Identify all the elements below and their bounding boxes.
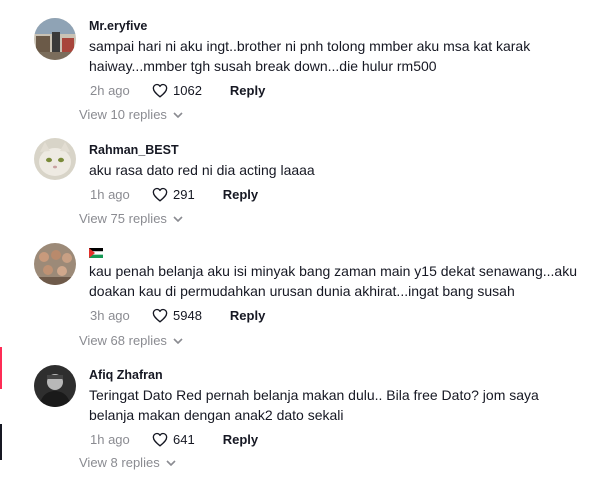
avatar[interactable] (34, 18, 76, 60)
like-button[interactable]: 641 (152, 432, 195, 447)
comment-username[interactable]: Rahman_BEST (89, 142, 580, 158)
heart-outline-icon (152, 432, 168, 447)
heart-outline-icon (152, 83, 168, 98)
view-replies-button[interactable]: View 68 replies (79, 333, 183, 348)
view-replies-label: View 8 replies (79, 455, 160, 470)
comment-timestamp: 3h ago (90, 307, 130, 323)
avatar[interactable] (34, 243, 76, 285)
comment-username[interactable]: Mr.eryfive (89, 18, 580, 34)
avatar[interactable] (34, 138, 76, 180)
chevron-down-icon (166, 459, 176, 466)
comment-username[interactable] (89, 243, 580, 259)
comment-text: sampai hari ni aku ingt..brother ni pnh … (89, 38, 531, 74)
view-replies-label: View 10 replies (79, 107, 167, 122)
comment-timestamp: 1h ago (90, 431, 130, 447)
comment-item: kau penah belanja aku isi minyak bang za… (0, 239, 590, 351)
reply-button[interactable]: Reply (223, 432, 258, 447)
comment-timestamp: 2h ago (90, 82, 130, 98)
chevron-down-icon (173, 111, 183, 118)
like-button[interactable]: 1062 (152, 83, 202, 98)
view-replies-button[interactable]: View 10 replies (79, 107, 183, 122)
reply-button[interactable]: Reply (223, 187, 258, 202)
palestine-flag-icon (89, 247, 103, 258)
comment-item: Mr.eryfive sampai hari ni aku ingt..brot… (0, 14, 590, 122)
heart-outline-icon (152, 308, 168, 323)
reply-button[interactable]: Reply (230, 308, 265, 323)
comment-timestamp: 1h ago (90, 186, 130, 202)
chevron-down-icon (173, 337, 183, 344)
comment-text: aku rasa dato red ni dia acting laaaa (89, 162, 315, 178)
comment-text: kau penah belanja aku isi minyak bang za… (89, 263, 577, 299)
like-count: 641 (173, 431, 195, 447)
avatar[interactable] (34, 365, 76, 407)
comment-item: Afiq Zhafran Teringat Dato Red pernah be… (0, 363, 590, 473)
like-button[interactable]: 291 (152, 187, 195, 202)
like-count: 291 (173, 186, 195, 202)
like-count: 1062 (173, 82, 202, 98)
view-replies-button[interactable]: View 75 replies (79, 211, 183, 226)
comment-username[interactable]: Afiq Zhafran (89, 367, 580, 383)
view-replies-label: View 68 replies (79, 333, 167, 348)
like-button[interactable]: 5948 (152, 308, 202, 323)
chevron-down-icon (173, 215, 183, 222)
view-replies-label: View 75 replies (79, 211, 167, 226)
like-count: 5948 (173, 307, 202, 323)
heart-outline-icon (152, 187, 168, 201)
comment-text: Teringat Dato Red pernah belanja makan d… (89, 387, 539, 423)
view-replies-button[interactable]: View 8 replies (79, 455, 176, 470)
reply-button[interactable]: Reply (230, 83, 265, 98)
comment-item: Rahman_BEST aku rasa dato red ni dia act… (0, 138, 590, 226)
